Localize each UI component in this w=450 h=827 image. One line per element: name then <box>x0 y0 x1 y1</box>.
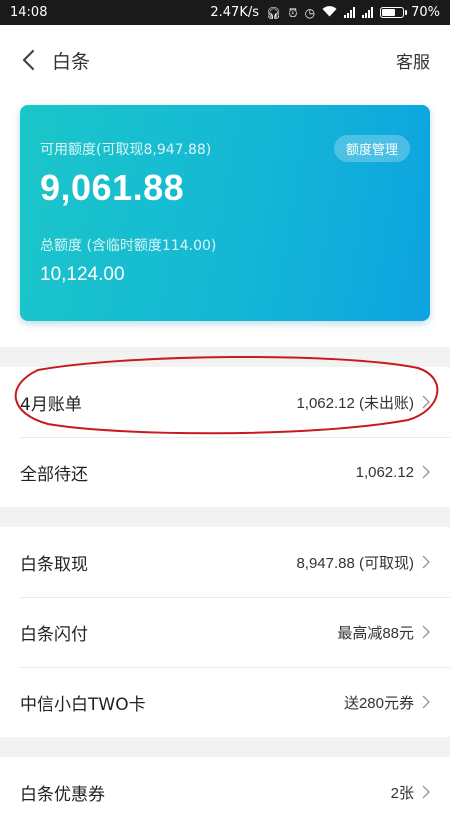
status-bar: 14:08 2.47K/s 🎧︎ ⏰︎ ◷ 70% <box>0 0 450 25</box>
total-limit-amount: 10,124.00 <box>40 264 125 285</box>
alarm-icon: ◷ <box>304 5 316 20</box>
row-citic-card[interactable]: 中信小白TWO卡 送280元券 <box>0 667 450 737</box>
credit-limit-card: 可用额度(可取现8,947.88) 9,061.88 总额度 (含临时额度114… <box>20 105 430 321</box>
status-time: 14:08 <box>10 5 48 20</box>
row-value-wrap: 1,062.12 <box>356 464 430 481</box>
row-label: 白条闪付 <box>20 624 88 645</box>
row-value: 最高减88元 <box>337 624 414 642</box>
network-speed: 2.47K/s <box>210 5 259 20</box>
signal-icon-2 <box>362 7 374 18</box>
back-arrow-icon[interactable] <box>14 46 42 74</box>
row-value-wrap: 8,947.88 (可取现) <box>296 552 430 573</box>
menu-section: 白条取现 8,947.88 (可取现) 白条闪付 最高减88元中信小白TWO卡 送280… <box>0 527 450 737</box>
row-value-wrap: 最高减88元 <box>337 622 430 643</box>
row-april-bill[interactable]: 4月账单 1,062.12 (未出账) <box>0 367 450 437</box>
row-flash-pay[interactable]: 白条闪付 最高减88元 <box>0 597 450 667</box>
status-icons: 2.47K/s 🎧︎ ⏰︎ ◷ 70% <box>210 5 440 20</box>
row-cash-withdraw[interactable]: 白条取现 8,947.88 (可取现) <box>0 527 450 597</box>
row-label: 4月账单 <box>20 394 82 415</box>
chevron-right-icon <box>422 395 430 409</box>
chevron-right-icon <box>422 625 430 639</box>
signal-icon-1 <box>344 7 356 18</box>
total-limit-label: 总额度 (含临时额度114.00) <box>40 238 217 254</box>
row-value: 1,062.12 <box>355 463 414 481</box>
row-label: 中信小白TWO卡 <box>20 694 146 715</box>
row-label: 白条优惠券 <box>20 784 105 805</box>
row-value-wrap: 送280元券 <box>344 692 430 713</box>
row-value: 送280元券 <box>343 694 414 712</box>
row-value-wrap: 2张 <box>391 782 430 803</box>
row-value: 1,062.12 (未出账) <box>296 394 414 412</box>
row-all-due[interactable]: 全部待还 1,062.12 <box>0 437 450 507</box>
battery-icon <box>380 7 408 18</box>
chevron-right-icon <box>422 785 430 799</box>
battery-percent: 70% <box>411 5 440 20</box>
chevron-right-icon <box>422 555 430 569</box>
menu-section: 4月账单 1,062.12 (未出账) 全部待还 1,062.12 <box>0 347 450 507</box>
limit-management-button[interactable]: 额度管理 <box>333 135 410 162</box>
row-value: 2张 <box>390 784 414 802</box>
menu-sections: 4月账单 1,062.12 (未出账) 全部待还 1,062.12 白条取现 8,947.… <box>0 347 450 827</box>
row-value: 8,947.88 (可取现) <box>296 554 414 572</box>
page-title: 白条 <box>52 50 91 73</box>
customer-service-button[interactable]: 客服 <box>396 48 430 73</box>
alarm-off-icon: ⏰︎ <box>288 5 298 20</box>
row-label: 白条取现 <box>20 554 88 575</box>
chevron-right-icon <box>422 695 430 709</box>
wifi-icon <box>322 6 337 19</box>
available-limit-amount: 9,061.88 <box>40 167 185 208</box>
chevron-right-icon <box>422 465 430 479</box>
card-container: 可用额度(可取现8,947.88) 9,061.88 总额度 (含临时额度114… <box>0 95 450 347</box>
nav-bar: 白条 客服 <box>0 25 450 95</box>
row-coupons[interactable]: 白条优惠券 2张 <box>0 757 450 827</box>
row-value-wrap: 1,062.12 (未出账) <box>296 392 430 413</box>
row-label: 全部待还 <box>20 464 88 485</box>
menu-section: 白条优惠券 2张 <box>0 757 450 827</box>
headphones-icon: 🎧︎ <box>266 5 282 20</box>
